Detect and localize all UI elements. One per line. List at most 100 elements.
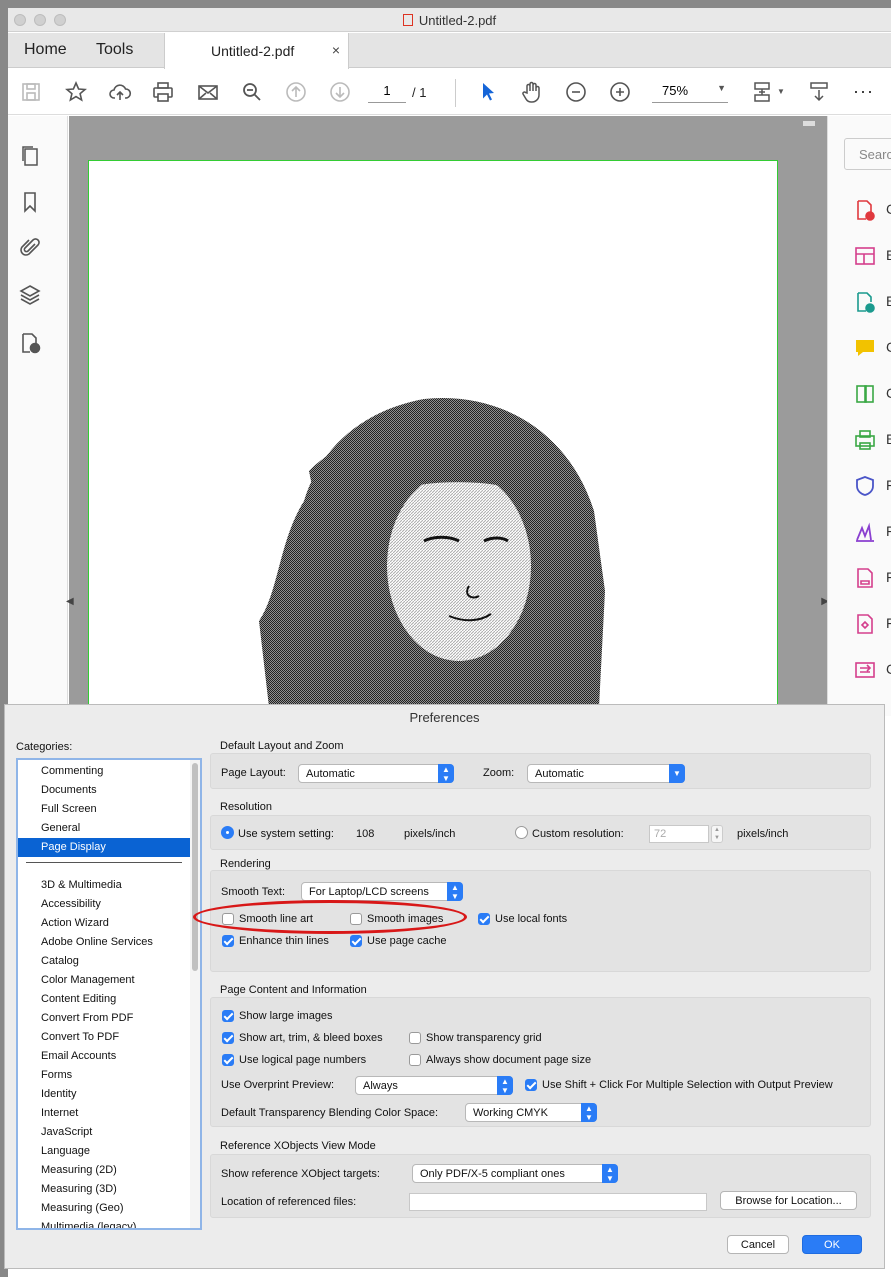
scroll-mode-icon[interactable] — [806, 80, 832, 104]
local-fonts-checkbox[interactable] — [478, 913, 490, 925]
create-pdf-icon[interactable] — [854, 199, 876, 221]
category-item[interactable]: Full Screen — [18, 800, 190, 819]
category-item[interactable]: 3D & Multimedia — [18, 876, 190, 895]
cancel-button[interactable]: Cancel — [727, 1235, 789, 1254]
category-item[interactable]: Multimedia (legacy) — [18, 1218, 190, 1228]
category-item[interactable]: Identity — [18, 1085, 190, 1104]
category-item-selected[interactable]: Page Display — [18, 838, 190, 857]
category-item[interactable]: Convert To PDF — [18, 1028, 190, 1047]
large-images-checkbox[interactable] — [222, 1010, 234, 1022]
document-viewport[interactable]: ◀ ▶ — [66, 116, 829, 720]
category-item[interactable]: General — [18, 819, 190, 838]
enhance-scans-icon[interactable] — [854, 429, 876, 451]
fit-options-chevron-icon[interactable]: ▼ — [777, 87, 785, 96]
protect-icon[interactable] — [854, 475, 876, 497]
page-cache-checkbox[interactable] — [350, 935, 362, 947]
prepare-form-icon[interactable] — [854, 567, 876, 589]
category-item[interactable]: Measuring (3D) — [18, 1180, 190, 1199]
more-tools-icon[interactable]: ··· — [853, 81, 874, 102]
category-item[interactable]: Catalog — [18, 952, 190, 971]
resolution-stepper[interactable]: ▲ ▼ — [711, 825, 723, 843]
upload-cloud-icon[interactable] — [107, 80, 133, 104]
category-item[interactable]: Content Editing — [18, 990, 190, 1009]
print-production-icon[interactable] — [854, 613, 876, 635]
document-info-icon[interactable] — [18, 331, 42, 355]
attachment-icon[interactable] — [18, 236, 42, 260]
category-item[interactable]: Action Wizard — [18, 914, 190, 933]
search-zoom-icon[interactable] — [239, 80, 265, 104]
zoom-in-icon[interactable] — [607, 80, 633, 104]
tools-search-input[interactable]: Searc — [844, 138, 891, 170]
layers-icon[interactable] — [18, 283, 42, 307]
category-item[interactable]: Internet — [18, 1104, 190, 1123]
select-arrow-icon[interactable] — [475, 80, 501, 104]
category-item[interactable]: Forms — [18, 1066, 190, 1085]
categories-list[interactable]: Commenting Documents Full Screen General… — [16, 758, 202, 1230]
category-item[interactable]: Language — [18, 1142, 190, 1161]
doc-page-size-checkbox[interactable] — [409, 1054, 421, 1066]
category-item[interactable]: Convert From PDF — [18, 1009, 190, 1028]
category-item[interactable]: Commenting — [18, 762, 190, 781]
star-icon[interactable] — [63, 80, 89, 104]
category-item[interactable]: Accessibility — [18, 895, 190, 914]
collapse-left-panel-icon[interactable]: ◀ — [66, 596, 74, 607]
blend-select[interactable]: Working CMYK ▲ ▼ — [465, 1103, 597, 1122]
page-number-input[interactable]: 1 — [368, 83, 406, 103]
combine-files-icon[interactable] — [854, 383, 876, 405]
blend-value: Working CMYK — [473, 1107, 548, 1119]
overprint-select[interactable]: Always ▲ ▼ — [355, 1076, 513, 1095]
custom-resolution-radio[interactable] — [515, 826, 528, 839]
custom-resolution-input[interactable]: 72 — [649, 825, 709, 843]
shift-click-checkbox[interactable] — [525, 1079, 537, 1091]
ok-button[interactable]: OK — [802, 1235, 862, 1254]
xobject-targets-select[interactable]: Only PDF/X-5 compliant ones ▲ ▼ — [412, 1164, 618, 1183]
art-trim-label: Show art, trim, & bleed boxes — [239, 1032, 383, 1044]
tab-home[interactable]: Home — [24, 41, 67, 59]
compare-files-icon[interactable] — [854, 659, 876, 681]
category-item[interactable]: Measuring (2D) — [18, 1161, 190, 1180]
category-item[interactable]: JavaScript — [18, 1123, 190, 1142]
overprint-label: Use Overprint Preview: — [221, 1079, 335, 1091]
preferences-dialog: Preferences Categories: Commenting Docum… — [4, 704, 885, 1269]
system-setting-radio[interactable] — [221, 826, 234, 839]
smooth-text-select[interactable]: For Laptop/LCD screens ▲ ▼ — [301, 882, 463, 901]
category-item[interactable]: Color Management — [18, 971, 190, 990]
save-icon[interactable] — [18, 80, 44, 104]
email-icon[interactable] — [195, 80, 221, 104]
scrollbar-thumb[interactable] — [803, 121, 815, 126]
fill-sign-icon[interactable] — [854, 521, 876, 543]
updown-chevron-icon: ▲ ▼ — [438, 764, 454, 783]
comment-icon[interactable] — [854, 337, 876, 359]
fit-page-icon[interactable] — [749, 80, 775, 104]
categories-scrollbar-thumb[interactable] — [192, 763, 198, 971]
page-layout-select[interactable]: Automatic ▲ ▼ — [298, 764, 454, 783]
categories-scrollbar[interactable] — [190, 760, 200, 1228]
transparency-grid-checkbox[interactable] — [409, 1032, 421, 1044]
previous-page-icon[interactable] — [283, 80, 309, 104]
category-item[interactable]: Measuring (Geo) — [18, 1199, 190, 1218]
thin-lines-checkbox[interactable] — [222, 935, 234, 947]
edit-pdf-icon[interactable] — [854, 245, 876, 267]
logical-numbers-checkbox[interactable] — [222, 1054, 234, 1066]
category-item[interactable]: Email Accounts — [18, 1047, 190, 1066]
print-icon[interactable] — [150, 80, 176, 104]
location-input[interactable] — [409, 1193, 707, 1211]
tab-document[interactable]: Untitled-2.pdf × — [164, 33, 349, 69]
browse-location-button[interactable]: Browse for Location... — [720, 1191, 857, 1210]
zoom-select[interactable]: Automatic ▼ — [527, 764, 685, 783]
export-pdf-icon[interactable] — [854, 291, 876, 313]
annotation-ellipse — [193, 900, 467, 934]
large-images-label: Show large images — [239, 1010, 333, 1022]
zoom-level-select[interactable]: 75% ▼ — [652, 83, 728, 103]
hand-tool-icon[interactable] — [519, 80, 545, 104]
bookmark-icon[interactable] — [18, 190, 42, 214]
close-tab-icon[interactable]: × — [332, 42, 340, 58]
category-item[interactable]: Documents — [18, 781, 190, 800]
next-page-icon[interactable] — [327, 80, 353, 104]
tab-tools[interactable]: Tools — [96, 41, 133, 59]
art-trim-checkbox[interactable] — [222, 1032, 234, 1044]
zoom-out-icon[interactable] — [563, 80, 589, 104]
category-item[interactable]: Adobe Online Services — [18, 933, 190, 952]
page-thumbnails-icon[interactable] — [18, 144, 42, 168]
location-label: Location of referenced files: — [221, 1196, 357, 1208]
